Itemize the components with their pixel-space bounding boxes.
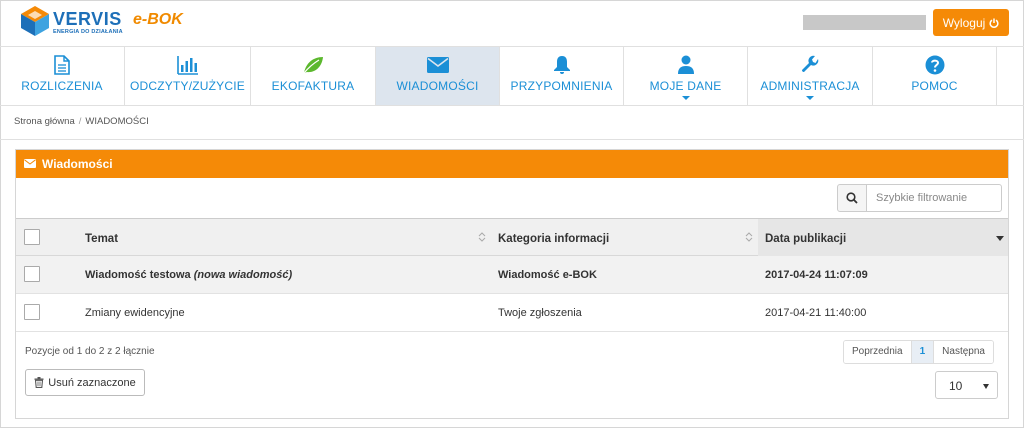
table-row[interactable]: Zmiany ewidencyjne Twoje zgłoszenia 2017… (16, 294, 1008, 332)
nav-label: PRZYPOMNIENIA (510, 79, 613, 93)
bell-icon (553, 56, 570, 74)
logout-label: Wyloguj (942, 15, 986, 30)
column-header-date[interactable]: Data publikacji (765, 233, 846, 245)
cell-category: Twoje zgłoszenia (498, 307, 582, 319)
nav-label: ADMINISTRACJA (760, 79, 860, 93)
nav-label: EKOFAKTURA (271, 79, 355, 93)
column-header-category[interactable]: Kategoria informacji (498, 233, 609, 245)
envelope-icon (426, 57, 449, 73)
quick-filter-input[interactable] (866, 184, 1002, 212)
dropdown-arrow-icon (983, 384, 989, 389)
power-icon (989, 18, 999, 28)
table-row[interactable]: Wiadomość testowa (nowa wiadomość) Wiado… (16, 256, 1008, 294)
next-page-button[interactable]: Następna (934, 341, 993, 363)
row-checkbox[interactable] (24, 266, 40, 282)
logout-button[interactable]: Wyloguj (933, 9, 1009, 36)
cell-subject[interactable]: Wiadomość testowa (nowa wiadomość) (85, 269, 292, 281)
nav-item-ekofaktura[interactable]: EKOFAKTURA (251, 47, 376, 105)
breadcrumb: Strona główna / WIADOMOŚCI (14, 116, 149, 127)
subject-text: Zmiany ewidencyjne (85, 307, 185, 319)
page-size-select[interactable]: 10 (935, 371, 998, 399)
breadcrumb-separator: / (78, 116, 82, 127)
wrench-icon (801, 55, 819, 73)
nav-item-przypomnienia[interactable]: PRZYPOMNIENIA (500, 47, 624, 105)
messages-panel: Wiadomości Temat Kategoria informacji Da… (15, 149, 1009, 419)
sort-icon[interactable] (478, 231, 486, 243)
brand-name: VERVIS (53, 9, 122, 29)
search-icon (846, 192, 858, 204)
divider (0, 139, 1024, 140)
panel-title: Wiadomości (42, 157, 113, 171)
product-name: e-BOK (133, 11, 183, 28)
document-icon (54, 55, 70, 75)
nav-item-odczyty[interactable]: ODCZYTY/ZUŻYCIE (125, 47, 251, 105)
nav-label: ODCZYTY/ZUŻYCIE (129, 79, 245, 93)
cell-date: 2017-04-24 11:07:09 (765, 269, 868, 281)
user-icon (677, 55, 694, 74)
cell-category: Wiadomość e-BOK (498, 269, 597, 281)
nav-item-pomoc[interactable]: POMOC (873, 47, 997, 105)
user-name-redacted (803, 15, 926, 30)
delete-selected-label: Usuń zaznaczone (48, 376, 136, 389)
cell-subject[interactable]: Zmiany ewidencyjne (85, 307, 185, 319)
pagination: Poprzednia 1 Następna (843, 340, 994, 364)
envelope-icon (24, 159, 36, 168)
breadcrumb-current: WIADOMOŚCI (85, 116, 149, 127)
search-button[interactable] (837, 184, 867, 212)
pagination-info: Pozycje od 1 do 2 z 2 łącznie (25, 346, 155, 357)
nav-label: MOJE DANE (649, 79, 722, 93)
page-size-value: 10 (949, 379, 963, 393)
subject-text: Wiadomość testowa (85, 269, 191, 281)
question-icon (925, 55, 944, 75)
row-checkbox[interactable] (24, 304, 40, 320)
vervis-logo-icon (21, 6, 49, 36)
page-button-current[interactable]: 1 (911, 341, 935, 363)
nav-label: WIADOMOŚCI (396, 79, 479, 93)
trash-icon (34, 377, 44, 388)
nav-item-rozliczenia[interactable]: ROZLICZENIA (0, 47, 125, 105)
nav-item-moje-dane[interactable]: MOJE DANE (624, 47, 748, 105)
column-header-subject[interactable]: Temat (85, 233, 118, 245)
brand-tagline: ENERGIA DO DZIAŁANIA (53, 29, 123, 35)
bar-chart-icon (176, 56, 198, 75)
breadcrumb-home-link[interactable]: Strona główna (14, 116, 75, 127)
nav-label: ROZLICZENIA (21, 79, 103, 93)
header: VERVIS ENERGIA DO DZIAŁANIA e-BOK Wylogu… (0, 0, 1024, 46)
select-all-checkbox[interactable] (24, 229, 40, 245)
leaf-icon (303, 57, 323, 74)
chevron-down-icon (681, 96, 690, 100)
sort-icon[interactable] (745, 231, 753, 243)
nav-item-wiadomosci[interactable]: WIADOMOŚCI (376, 47, 500, 105)
main-nav: ROZLICZENIA ODCZYTY/ZUŻYCIE EKOFAKTURA W… (0, 46, 1024, 106)
cell-date: 2017-04-21 11:40:00 (765, 307, 867, 319)
nav-item-administracja[interactable]: ADMINISTRACJA (748, 47, 873, 105)
table-header: Temat Kategoria informacji Data publikac… (16, 218, 1008, 256)
prev-page-button[interactable]: Poprzednia (844, 341, 912, 363)
sort-desc-icon[interactable] (996, 236, 1004, 241)
panel-header: Wiadomości (16, 150, 1008, 178)
chevron-down-icon (806, 96, 814, 100)
new-message-note: (nowa wiadomość) (193, 269, 293, 281)
nav-label: POMOC (911, 79, 958, 93)
delete-selected-button[interactable]: Usuń zaznaczone (25, 369, 145, 396)
